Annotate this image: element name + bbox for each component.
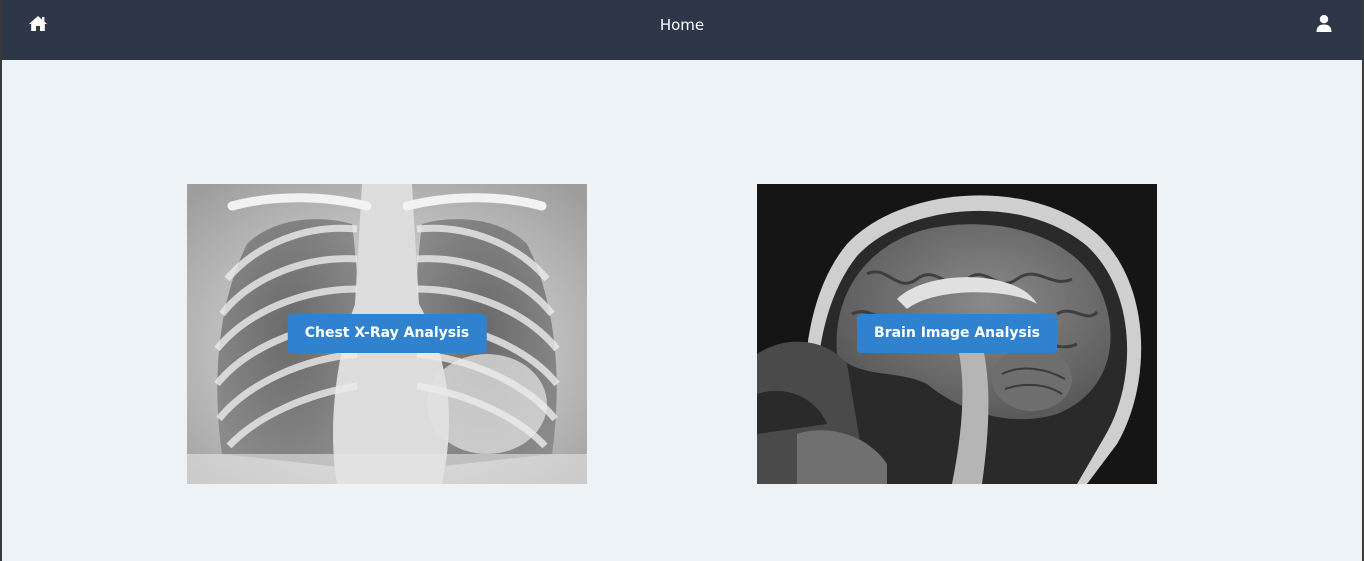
top-navbar: Home [2,0,1362,60]
app-window: Home Chest X-Ray Analysis Brain Image An… [0,0,1364,561]
brain-image-analysis-button[interactable]: Brain Image Analysis [857,314,1057,353]
brain-mri-card: Brain Image Analysis [757,184,1157,484]
user-icon[interactable] [1314,14,1334,34]
page-title: Home [659,16,705,34]
main-content: Chest X-Ray Analysis Brain Image Analysi… [2,60,1362,561]
chest-xray-card: Chest X-Ray Analysis [187,184,587,484]
chest-xray-analysis-button[interactable]: Chest X-Ray Analysis [287,314,487,353]
